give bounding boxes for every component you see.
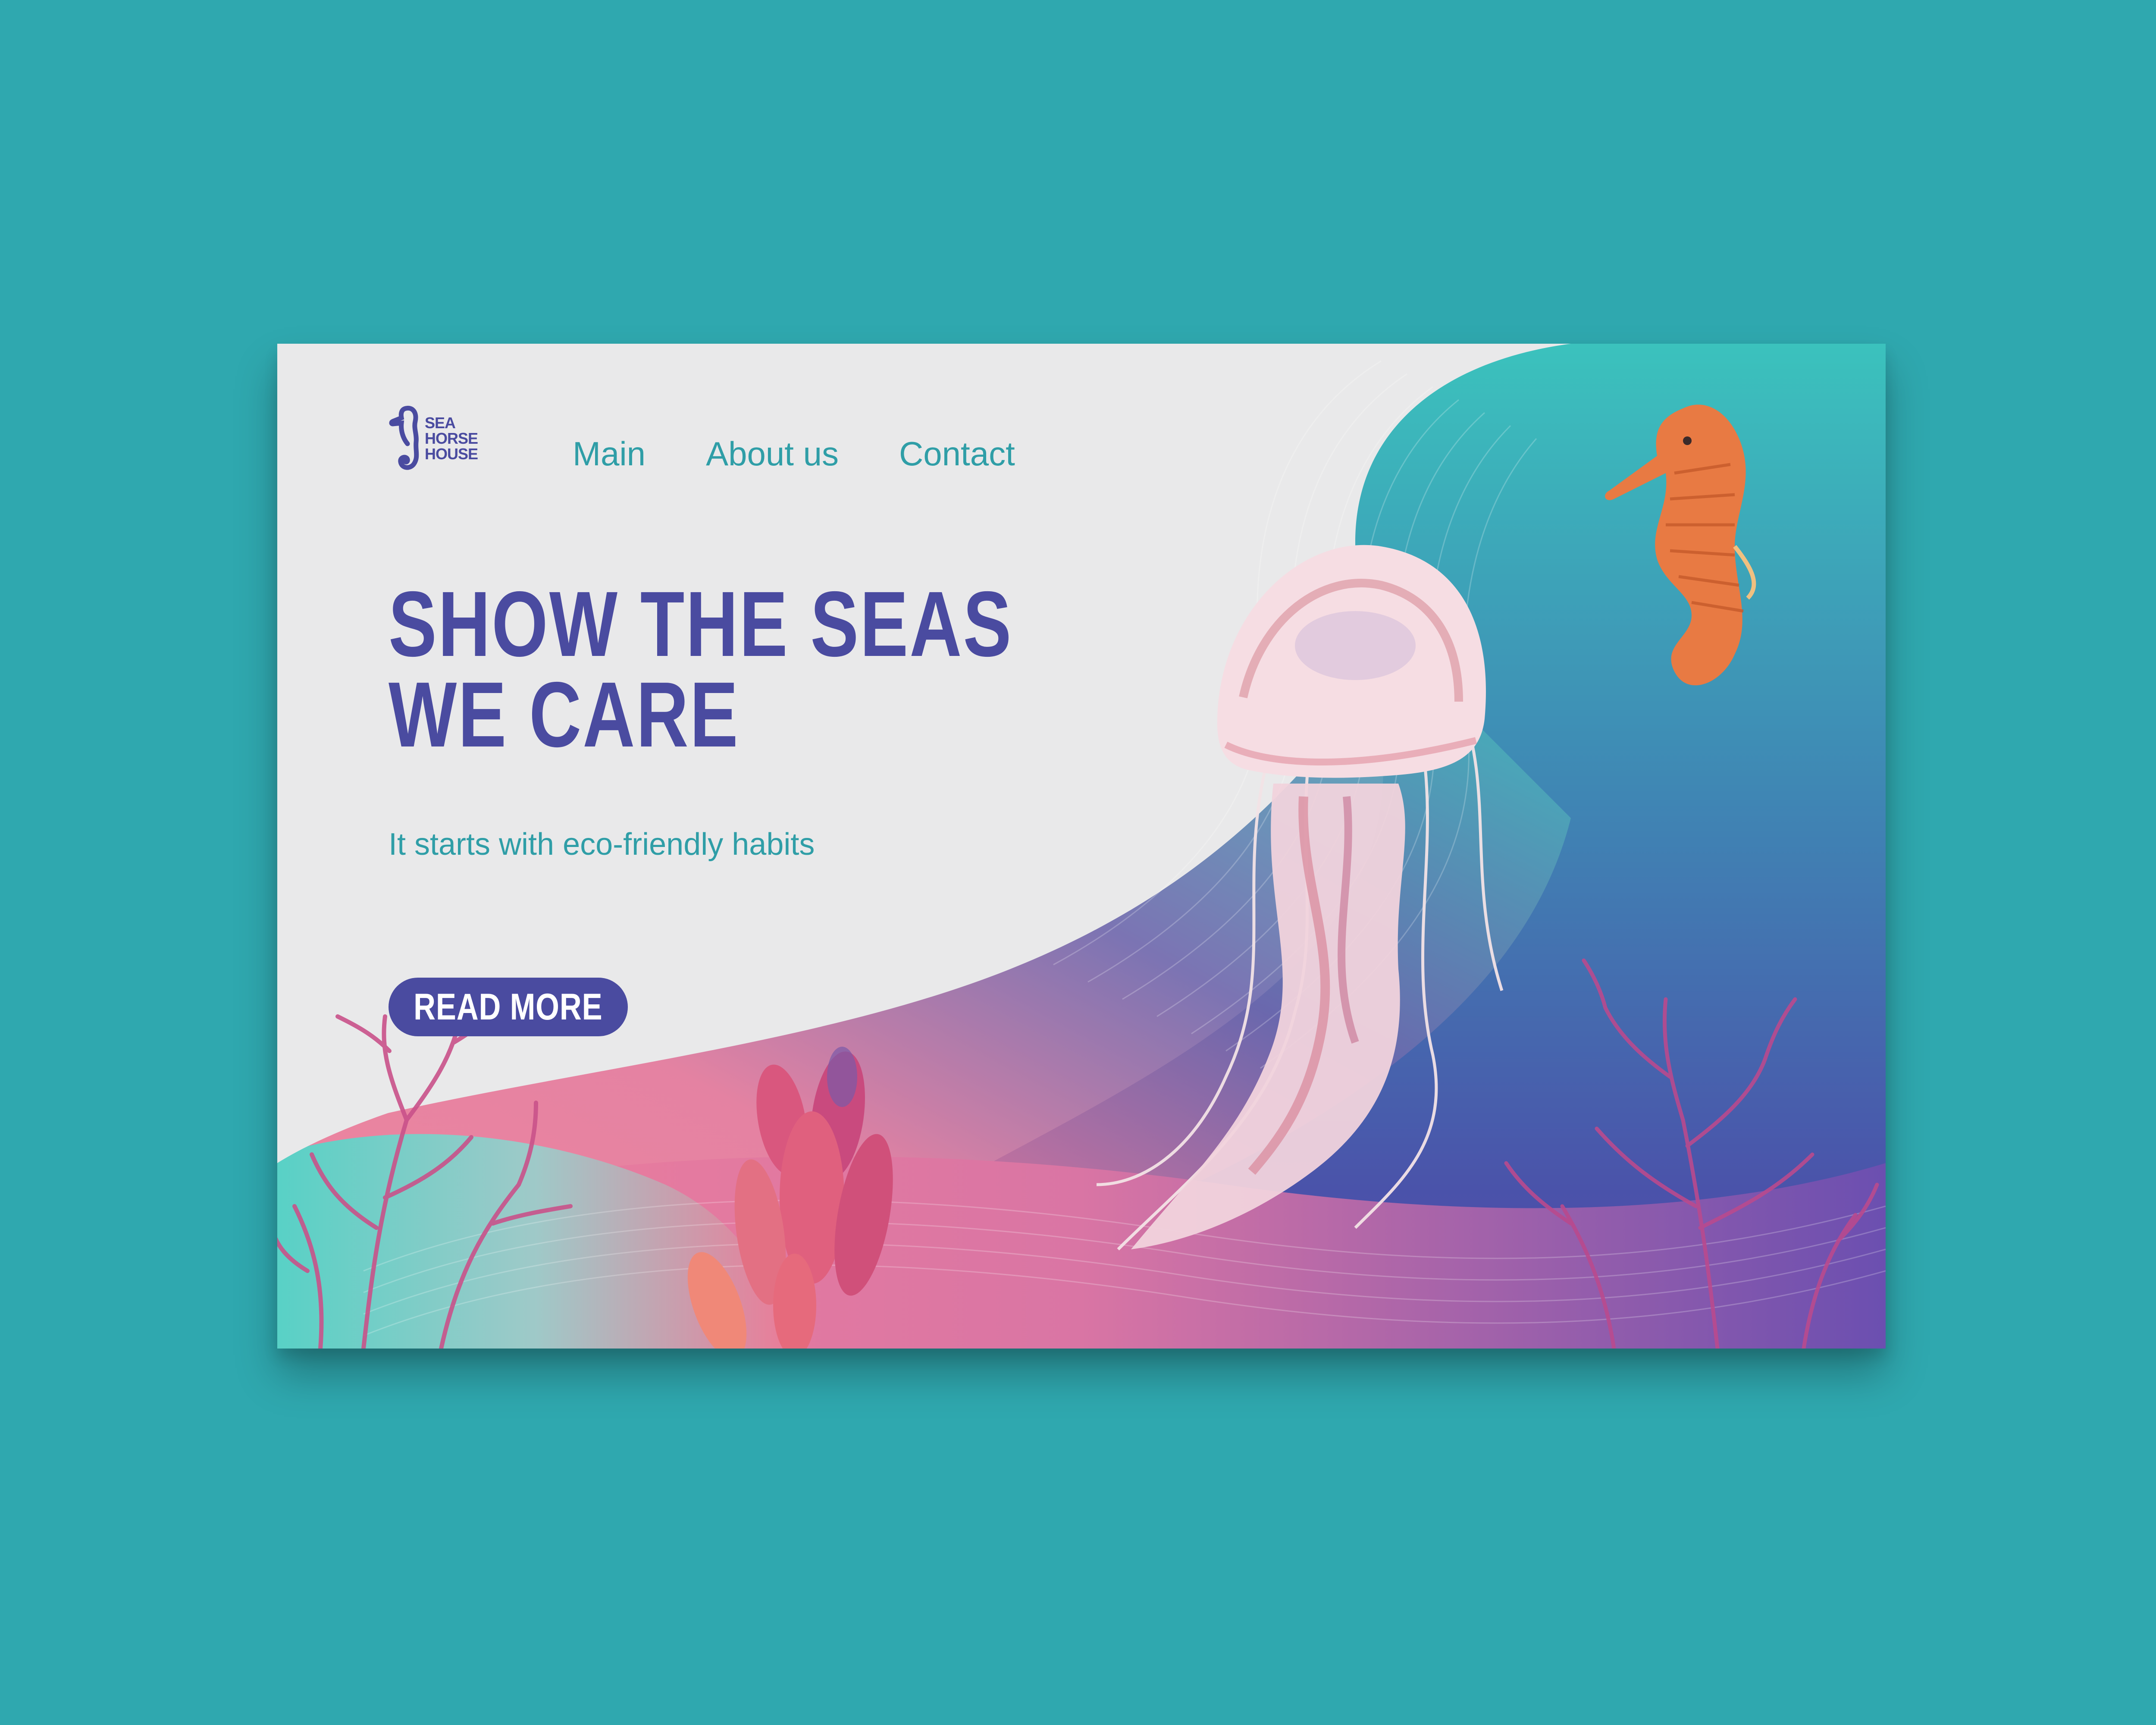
logo-line-2: HORSE	[425, 430, 478, 447]
hero-tagline: It starts with eco-friendly habits	[389, 827, 815, 862]
hero-headline: SHOW THE SEAS WE CARE	[389, 572, 1013, 766]
seahorse-icon	[389, 405, 419, 470]
read-more-button[interactable]: READ MORE	[389, 978, 628, 1036]
read-more-label: READ MORE	[414, 986, 603, 1028]
landing-page-card: SEA HORSE HOUSE Main About us Contact SH…	[277, 344, 1886, 1349]
headline-line-2: WE CARE	[389, 662, 740, 766]
nav-item-about-us[interactable]: About us	[706, 434, 839, 474]
logo-line-1: SEA	[425, 414, 456, 432]
main-nav: Main About us Contact	[573, 434, 1015, 474]
nav-item-main[interactable]: Main	[573, 434, 646, 474]
logo-line-3: HOUSE	[425, 445, 478, 463]
brand-wordmark: SEA HORSE HOUSE	[425, 415, 478, 462]
brand-logo[interactable]: SEA HORSE HOUSE	[389, 404, 478, 473]
nav-item-contact[interactable]: Contact	[899, 434, 1015, 474]
headline-line-1: SHOW THE SEAS	[389, 572, 1013, 676]
